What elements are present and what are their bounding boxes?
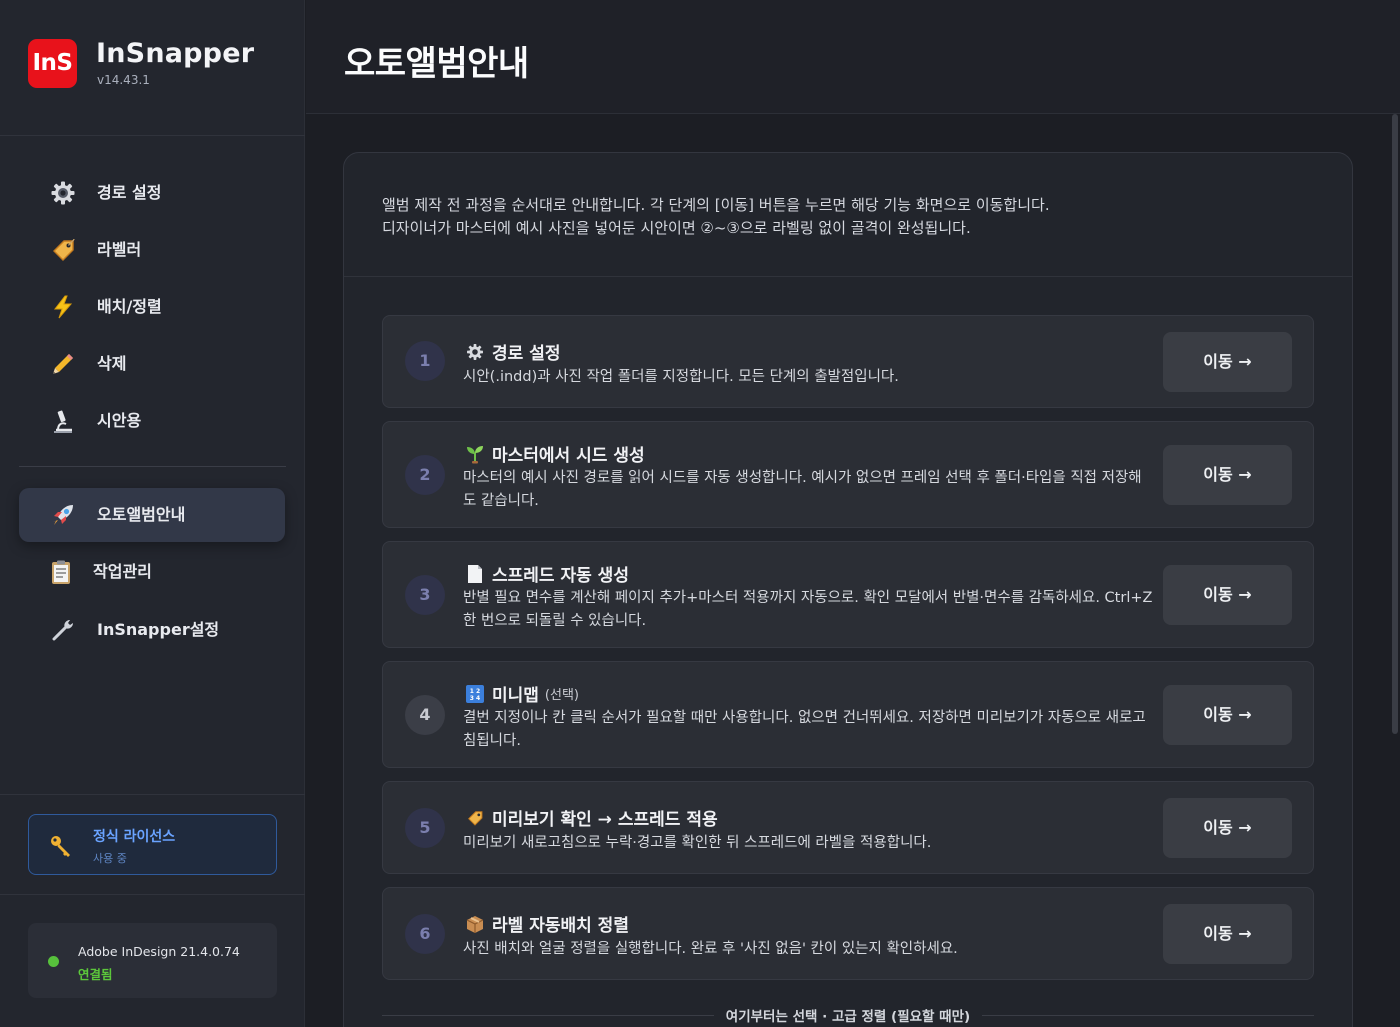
app-name: InSnapper [96, 38, 255, 69]
sidebar-item-work-management[interactable]: 작업관리 [19, 545, 285, 599]
step-number: 2 [405, 455, 445, 495]
connection-app: Adobe InDesign 21.4.0.74 [78, 944, 240, 959]
go-button[interactable]: 이동 → [1163, 685, 1292, 745]
sidebar-item-label: 작업관리 [93, 562, 152, 581]
step-4: 4 1 23 4 미니맵 (선택) 결번 지정이나 칸 클릭 순서가 필요할 때… [382, 661, 1314, 768]
optional-tag: (선택) [544, 688, 579, 703]
step-1: 1 경로 설정 시안(.indd)과 사진 작업 폴더를 지정합니다. 모든 단… [382, 315, 1314, 408]
step-title-text: 미니맵 [492, 686, 539, 706]
svg-text:1 2: 1 2 [470, 688, 480, 695]
step-title: 미리보기 확인 → 스프레드 적용 [465, 805, 718, 830]
sidebar-item-path-settings[interactable]: 경로 설정 [19, 166, 285, 220]
divider [0, 894, 305, 895]
go-button[interactable]: 이동 → [1163, 332, 1292, 392]
step-number: 5 [405, 808, 445, 848]
step-title-text: 라벨 자동배치 정렬 [492, 916, 629, 936]
sidebar-item-placement[interactable]: 배치/정렬 [19, 280, 285, 334]
go-button[interactable]: 이동 → [1163, 445, 1292, 505]
tag-icon [49, 236, 77, 264]
step-title-text: 마스터에서 시드 생성 [492, 446, 645, 466]
tag-icon [465, 808, 485, 828]
sidebar-item-label: InSnapper설정 [97, 620, 220, 639]
sidebar: InS InSnapper v14.43.1 경로 설정 라벨러 배치/정렬 삭… [0, 0, 305, 1027]
step-description: 마스터의 예시 사진 경로를 읽어 시드를 자동 생성합니다. 예시가 없으면 … [463, 470, 1142, 509]
step-number: 1 [405, 341, 445, 381]
step-title: 경로 설정 [465, 339, 560, 364]
intro-line: 디자이너가 마스터에 예시 사진을 넣어둔 시안이면 ②~③으로 라벨링 없이 … [382, 219, 971, 237]
status-dot-icon [48, 956, 59, 967]
step-title-text: 스프레드 자동 생성 [492, 566, 629, 586]
step-number: 6 [405, 914, 445, 954]
step-number: 4 [405, 695, 445, 735]
connection-status: Adobe InDesign 21.4.0.74 연결됨 [28, 923, 277, 998]
sidebar-item-draft[interactable]: 시안용 [19, 394, 285, 448]
sidebar-item-label: 삭제 [97, 354, 127, 373]
step-3: 3 스프레드 자동 생성 반별 필요 면수를 계산해 페이지 추가+마스터 적용… [382, 541, 1314, 648]
step-2: 2 마스터에서 시드 생성 마스터의 예시 사진 경로를 읽어 시드를 자동 생… [382, 421, 1314, 528]
go-button[interactable]: 이동 → [1163, 565, 1292, 625]
connection-state: 연결됨 [78, 967, 113, 982]
step-description: 미리보기 새로고침으로 누락·경고를 확인한 뒤 스프레드에 라벨을 적용합니다… [463, 835, 932, 851]
rocket-icon [49, 501, 77, 529]
sidebar-item-label: 라벨러 [97, 240, 142, 259]
pencil-icon [49, 350, 77, 378]
gear-icon [49, 179, 77, 207]
license-badge[interactable]: 정식 라이선스 사용 중 [28, 814, 277, 875]
step-title-text: 경로 설정 [492, 344, 561, 364]
step-title: 마스터에서 시드 생성 [465, 441, 645, 466]
intro-line: 앨범 제작 전 과정을 순서대로 안내합니다. 각 단계의 [이동] 버튼을 누… [382, 196, 1050, 214]
step-number: 3 [405, 575, 445, 615]
app-logo: InS [28, 39, 77, 88]
optional-section-label: 여기부터는 선택 · 고급 정렬 (필요할 때만) [344, 1005, 1352, 1025]
license-title: 정식 라이선스 [93, 829, 176, 845]
go-button[interactable]: 이동 → [1163, 904, 1292, 964]
sidebar-item-labeler[interactable]: 라벨러 [19, 223, 285, 277]
page-icon [465, 564, 485, 584]
go-button[interactable]: 이동 → [1163, 798, 1292, 858]
sidebar-item-label: 배치/정렬 [97, 297, 162, 316]
gear-icon [465, 342, 485, 362]
header: 오토앨범안내 [306, 0, 1400, 114]
step-title-text: 미리보기 확인 → 스프레드 적용 [492, 810, 718, 830]
clipboard-icon [47, 558, 75, 586]
sidebar-item-insnapper-settings[interactable]: InSnapper설정 [19, 603, 285, 657]
box-icon [465, 914, 485, 934]
sidebar-item-label: 시안용 [97, 411, 142, 430]
app-version: v14.43.1 [97, 73, 150, 87]
microscope-icon [49, 407, 77, 435]
step-description: 결번 지정이나 칸 클릭 순서가 필요할 때만 사용합니다. 없으면 건너뛰세요… [463, 710, 1146, 749]
svg-text:3 4: 3 4 [470, 695, 480, 702]
optional-section-text: 여기부터는 선택 · 고급 정렬 (필요할 때만) [713, 1009, 983, 1025]
step-6: 6 라벨 자동배치 정렬 사진 배치와 얼굴 정렬을 실행합니다. 완료 후 '… [382, 887, 1314, 980]
step-5: 5 미리보기 확인 → 스프레드 적용 미리보기 새로고침으로 누락·경고를 확… [382, 781, 1314, 874]
sidebar-item-label: 오토앨범안내 [97, 505, 186, 524]
lightning-icon [49, 293, 77, 321]
step-title: 1 23 4 미니맵 (선택) [465, 681, 579, 706]
step-title: 라벨 자동배치 정렬 [465, 911, 629, 936]
sidebar-item-auto-album-guide[interactable]: 오토앨범안내 [19, 488, 285, 542]
sidebar-item-label: 경로 설정 [97, 183, 162, 202]
step-description: 시안(.indd)과 사진 작업 폴더를 지정합니다. 모든 단계의 출발점입니… [463, 369, 899, 385]
page-title: 오토앨범안내 [344, 44, 529, 84]
step-description: 반별 필요 면수를 계산해 페이지 추가+마스터 적용까지 자동으로. 확인 모… [463, 590, 1153, 629]
guide-card: 앨범 제작 전 과정을 순서대로 안내합니다. 각 단계의 [이동] 버튼을 누… [343, 152, 1353, 1027]
scrollbar[interactable] [1391, 114, 1400, 1027]
key-icon [49, 834, 73, 858]
sidebar-item-delete[interactable]: 삭제 [19, 337, 285, 391]
step-description: 사진 배치와 얼굴 정렬을 실행합니다. 완료 후 '사진 없음' 칸이 있는지… [463, 941, 958, 957]
license-status: 사용 중 [93, 852, 127, 865]
seedling-icon [465, 444, 485, 464]
divider [0, 794, 305, 795]
scroll-thumb[interactable] [1392, 114, 1398, 734]
intro: 앨범 제작 전 과정을 순서대로 안내합니다. 각 단계의 [이동] 버튼을 누… [344, 153, 1352, 277]
step-title: 스프레드 자동 생성 [465, 561, 629, 586]
numbers-icon: 1 23 4 [465, 684, 485, 704]
wrench-icon [49, 616, 77, 644]
brand: InS InSnapper v14.43.1 [0, 0, 305, 136]
nav-divider [19, 466, 286, 467]
